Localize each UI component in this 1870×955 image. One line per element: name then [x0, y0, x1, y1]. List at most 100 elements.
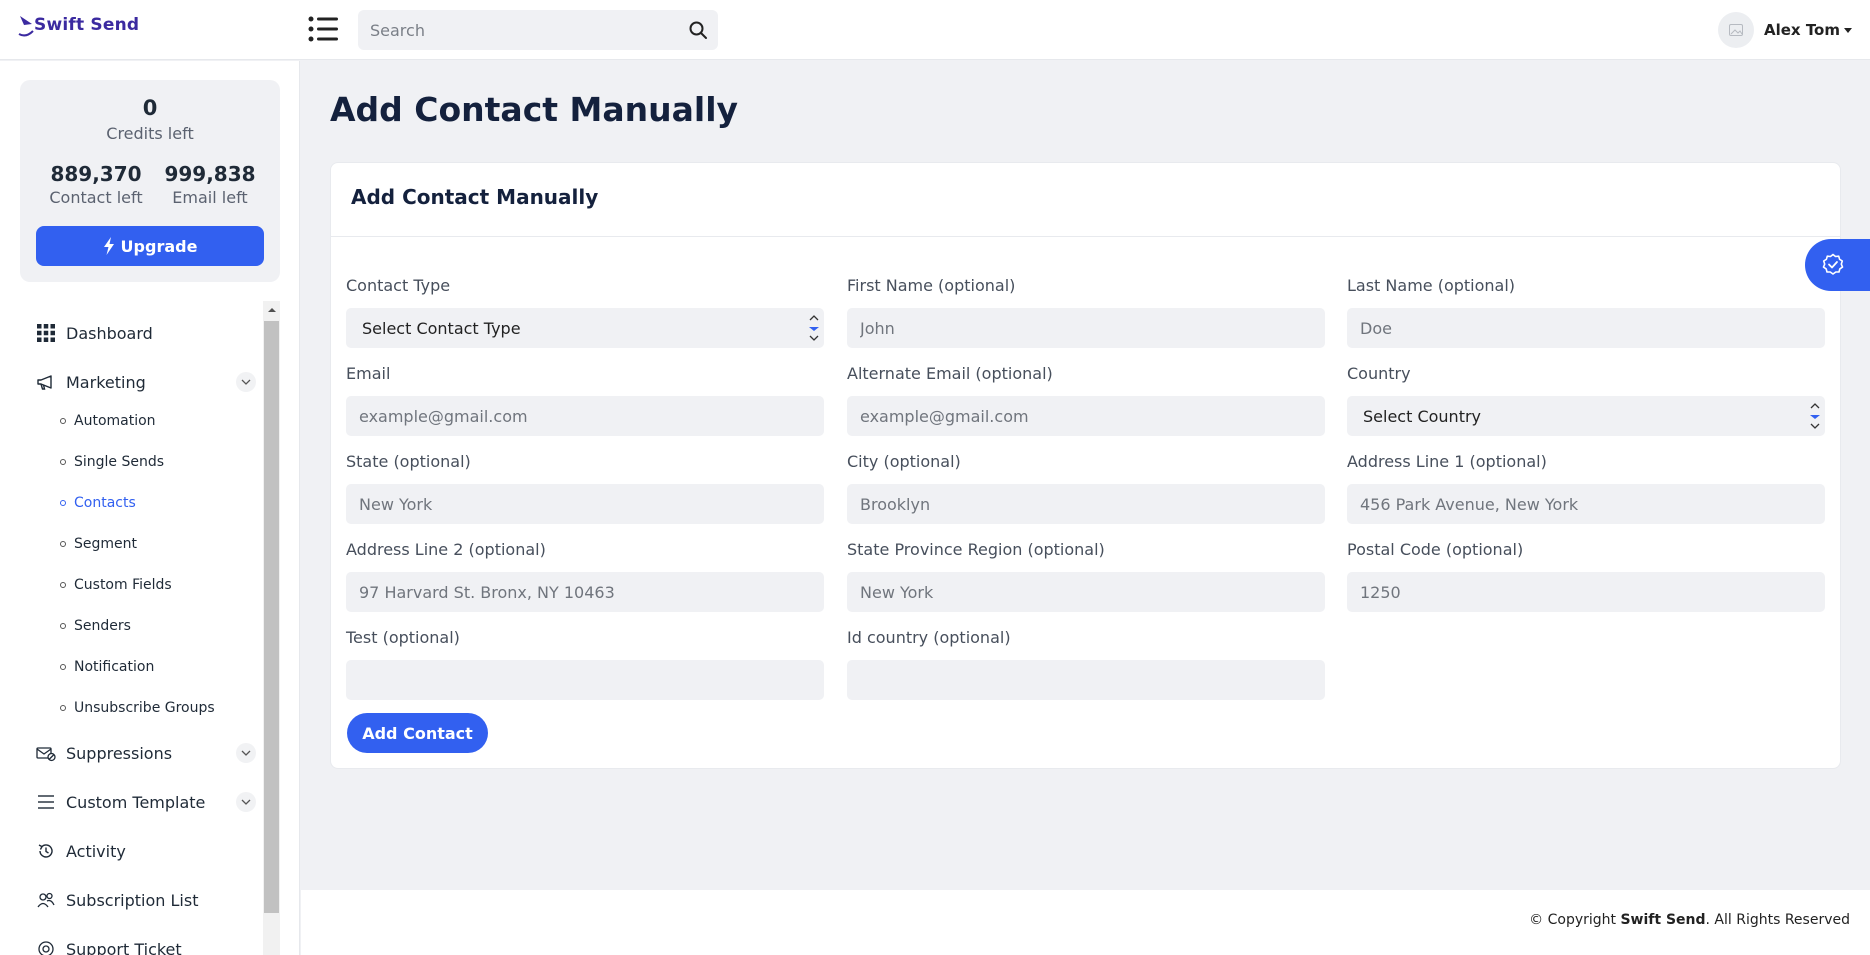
field-label: Country: [1347, 364, 1411, 383]
sidebar-item-subscription-list[interactable]: Subscription List: [36, 890, 256, 910]
chevron-down-icon[interactable]: [236, 743, 256, 763]
field-label: Last Name (optional): [1347, 276, 1516, 295]
footer: © Copyright Swift Send. All Rights Reser…: [301, 890, 1870, 955]
contact-left-label: Contact left: [49, 188, 143, 207]
top-header: Swift Send Alex Tom: [0, 0, 1870, 60]
users-icon: [36, 890, 56, 910]
state-province-region-field: State Province Region (optional): [847, 540, 1325, 612]
search-input[interactable]: [358, 10, 658, 50]
field-label: City (optional): [847, 452, 961, 471]
id-country-field: Id country (optional): [847, 628, 1325, 700]
postal-code-input[interactable]: [1347, 572, 1825, 612]
floating-action-button[interactable]: [1805, 239, 1870, 291]
lightning-icon: [103, 237, 114, 255]
alternate-email-input[interactable]: [847, 396, 1325, 436]
field-label: Address Line 2 (optional): [346, 540, 546, 559]
bullet-icon: [60, 500, 66, 506]
email-input[interactable]: [346, 396, 824, 436]
sidebar-subitem-contacts[interactable]: Contacts: [60, 495, 136, 511]
chevron-down-icon[interactable]: [236, 792, 256, 812]
city-field: City (optional): [847, 452, 1325, 524]
sidebar-item-label: Activity: [66, 841, 126, 861]
test-field: Test (optional): [346, 628, 824, 700]
select-value: Select Country: [1363, 406, 1482, 426]
sidebar-subitem-single-sends[interactable]: Single Sends: [60, 454, 164, 470]
field-label: Id country (optional): [847, 628, 1011, 647]
field-label: Email: [346, 364, 391, 383]
postal-code-field: Postal Code (optional): [1347, 540, 1825, 612]
field-label: State Province Region (optional): [847, 540, 1105, 559]
mail-block-icon: [36, 743, 56, 763]
sidebar-item-suppressions[interactable]: Suppressions: [36, 743, 256, 763]
bullet-icon: [60, 459, 66, 465]
sidebar-item-custom-template[interactable]: Custom Template: [36, 792, 256, 812]
sidebar-item-activity[interactable]: Activity: [36, 841, 256, 861]
search-icon[interactable]: [688, 20, 708, 40]
contact-type-select[interactable]: Select Contact Type: [346, 308, 824, 348]
first-name-input[interactable]: [847, 308, 1325, 348]
sidebar-subitem-label: Single Sends: [74, 454, 165, 470]
address-line-1-input[interactable]: [1347, 484, 1825, 524]
copyright-brand: Swift Send: [1620, 912, 1706, 928]
sidebar-subitem-custom-fields[interactable]: Custom Fields: [60, 577, 172, 593]
support-icon: [36, 939, 56, 955]
sidebar-subitem-senders[interactable]: Senders: [60, 618, 131, 634]
sidebar-scrollbar[interactable]: [263, 301, 280, 955]
upgrade-button[interactable]: Upgrade: [36, 226, 264, 266]
bullet-icon: [60, 705, 66, 711]
sidebar-subitem-label: Senders: [74, 618, 131, 634]
list-menu-icon: [308, 16, 338, 42]
country-field: Country Select Country: [1347, 364, 1825, 436]
search-box: [358, 10, 718, 50]
sidebar-item-label: Dashboard: [66, 323, 153, 343]
user-name: Alex Tom: [1764, 21, 1840, 39]
select-value: Select Contact Type: [362, 318, 521, 338]
id-country-input[interactable]: [847, 660, 1325, 700]
chevron-down-icon[interactable]: [236, 372, 256, 392]
sidebar-subitem-label: Automation: [74, 413, 156, 429]
sidebar-item-dashboard[interactable]: Dashboard: [36, 323, 256, 343]
select-arrows-icon: [809, 315, 819, 341]
email-left-value: 999,838: [164, 162, 256, 186]
upgrade-label: Upgrade: [120, 236, 198, 256]
sidebar-item-support-ticket[interactable]: Support Ticket: [36, 939, 256, 955]
sidebar-item-label: Suppressions: [66, 743, 173, 763]
badge-check-icon: [1822, 253, 1843, 275]
country-select[interactable]: Select Country: [1347, 396, 1825, 436]
sidebar-item-label: Subscription List: [66, 890, 199, 910]
city-input[interactable]: [847, 484, 1325, 524]
bullet-icon: [60, 541, 66, 547]
sidebar-subitem-unsubscribe-groups[interactable]: Unsubscribe Groups: [60, 700, 215, 716]
alternate-email-field: Alternate Email (optional): [847, 364, 1325, 436]
state-field: State (optional): [346, 452, 824, 524]
state-province-region-input[interactable]: [847, 572, 1325, 612]
sidebar-item-marketing[interactable]: Marketing: [36, 372, 256, 392]
state-input[interactable]: [346, 484, 824, 524]
field-label: First Name (optional): [847, 276, 1016, 295]
avatar: [1718, 12, 1754, 48]
credits-card: 0 Credits left 889,370 Contact left 999,…: [20, 80, 280, 282]
lines-icon: [36, 792, 56, 812]
sidebar-subitem-label: Contacts: [74, 495, 136, 511]
copyright-text: © Copyright Swift Send. All Rights Reser…: [1529, 912, 1850, 928]
add-contact-button[interactable]: Add Contact: [347, 713, 488, 753]
sidebar-subitem-label: Notification: [74, 659, 155, 675]
test-input[interactable]: [346, 660, 824, 700]
brand-logo[interactable]: Swift Send: [18, 12, 139, 38]
user-menu[interactable]: Alex Tom: [1718, 12, 1852, 48]
field-label: Contact Type: [346, 276, 451, 295]
scrollbar-thumb[interactable]: [264, 321, 279, 913]
email-field: Email: [346, 364, 824, 436]
sidebar-subitem-automation[interactable]: Automation: [60, 413, 156, 429]
copyright-suffix: . All Rights Reserved: [1705, 912, 1850, 928]
sidebar-subitem-notification[interactable]: Notification: [60, 659, 154, 675]
first-name-field: First Name (optional): [847, 276, 1325, 348]
address-line-2-field: Address Line 2 (optional): [346, 540, 824, 612]
scroll-up-arrow-icon[interactable]: [263, 301, 280, 318]
address-line-2-input[interactable]: [346, 572, 824, 612]
last-name-input[interactable]: [1347, 308, 1825, 348]
paper-plane-icon: [18, 16, 34, 37]
field-label: Postal Code (optional): [1347, 540, 1524, 559]
sidebar-subitem-segment[interactable]: Segment: [60, 536, 137, 552]
menu-toggle-button[interactable]: [308, 16, 338, 42]
